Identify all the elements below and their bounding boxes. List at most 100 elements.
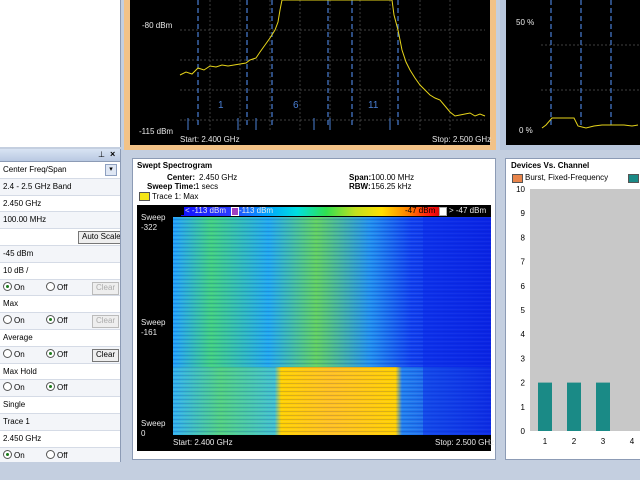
clear-button[interactable]: Clear: [92, 315, 120, 329]
radio-off-label: Off: [57, 383, 68, 393]
settings-value: Max: [3, 299, 19, 309]
settings-row[interactable]: On Off: [0, 447, 120, 462]
radio-on-label: On: [14, 383, 25, 393]
center-value: 2.450 GHz: [199, 173, 238, 182]
x-tick-label: 3: [601, 437, 606, 446]
radio-on-option[interactable]: On: [3, 313, 25, 328]
radio-off-option[interactable]: Off: [46, 347, 68, 362]
channel-label-6: 6: [293, 100, 299, 111]
settings-row: 2.4 - 2.5 GHz Band: [0, 178, 120, 196]
y-axis-top-label: -80 dBm: [142, 21, 173, 30]
duty-y-top-label: 50 %: [516, 18, 535, 27]
radio-off-label: Off: [57, 316, 68, 326]
y-tick-label: 1: [521, 403, 526, 412]
settings-value: 2.4 - 2.5 GHz Band: [3, 181, 72, 191]
radio-on-icon[interactable]: [3, 315, 12, 325]
y-tick-label: 6: [521, 282, 526, 291]
x-tick-label: 1: [543, 437, 548, 446]
settings-row[interactable]: Center Freq/Span ▾: [0, 162, 120, 179]
span-value: 100.00 MHz: [371, 173, 415, 182]
y-axis-bottom-label: -115 dBm: [139, 127, 174, 136]
settings-value: 100.00 MHz: [3, 215, 47, 225]
clear-button[interactable]: Clear: [92, 348, 120, 362]
radio-off-option[interactable]: Off: [46, 380, 68, 395]
settings-row: Trace 1: [0, 413, 120, 431]
radio-off-option[interactable]: Off: [46, 313, 68, 328]
scale-high-marker[interactable]: [439, 207, 447, 216]
scale-low-marker-label: -113 dBm: [239, 206, 274, 215]
duty-cycle-panel: 50 % 0 %: [500, 0, 640, 150]
radio-on-label: On: [14, 349, 25, 359]
radio-off-icon[interactable]: [46, 315, 55, 325]
y-tick-label: 7: [521, 258, 526, 267]
scale-low-label: < -113 dBm: [185, 206, 226, 215]
left-upper-blank-area: [0, 0, 121, 147]
sweep-mid-label: Sweep -161: [141, 318, 166, 337]
rbw-label: RBW:: [349, 182, 371, 191]
settings-row: 100.00 MHz: [0, 212, 120, 230]
radio-on-option[interactable]: On: [3, 448, 25, 462]
devices-title: Devices Vs. Channel: [511, 161, 590, 170]
sweep-top-label: Sweep -322: [141, 213, 166, 232]
settings-row: Average: [0, 330, 120, 347]
settings-row: 10 dB /: [0, 263, 120, 280]
y-tick-label: 0: [521, 427, 526, 436]
chevron-down-icon[interactable]: ▾: [105, 164, 117, 176]
radio-on-icon[interactable]: [3, 382, 12, 392]
radio-on-label: On: [14, 282, 25, 292]
y-tick-label: 2: [521, 379, 526, 388]
spectrogram-start-label: Start: 2.400 GHz: [173, 438, 233, 447]
scale-high-label: > -47 dBm: [449, 206, 487, 215]
close-icon[interactable]: ×: [110, 149, 115, 159]
settings-value: Single: [3, 400, 26, 410]
radio-on-label: On: [14, 450, 25, 460]
spectrum-panel: -80 dBm -115 dBm 1 6 11 Start: 2.400 GHz…: [124, 0, 496, 150]
settings-value: -45 dBm: [3, 248, 34, 258]
spectrum-stop-label: Stop: 2.500 GHz: [432, 135, 492, 144]
settings-row: Max Hold: [0, 364, 120, 381]
radio-on-option[interactable]: On: [3, 347, 25, 362]
y-tick-label: 3: [521, 354, 526, 363]
auto-scale-button[interactable]: Auto Scale: [78, 231, 120, 245]
settings-value: Max Hold: [3, 366, 37, 376]
clear-button[interactable]: Clear: [92, 281, 120, 295]
settings-row[interactable]: On Off Clear: [0, 346, 120, 364]
spectrogram-title: Swept Spectrogram: [137, 161, 213, 170]
radio-off-icon[interactable]: [46, 281, 55, 291]
settings-value: Average: [3, 332, 33, 342]
scale-low-marker[interactable]: [231, 207, 239, 216]
spectrogram-panel: Swept Spectrogram Center: 2.450 GHz Span…: [132, 158, 496, 460]
radio-on-option[interactable]: On: [3, 380, 25, 395]
sweep-time-label: Sweep Time:: [147, 182, 196, 191]
radio-off-icon[interactable]: [46, 382, 55, 392]
radio-off-icon[interactable]: [46, 449, 55, 459]
radio-on-option[interactable]: On: [3, 280, 25, 295]
y-tick-label: 4: [521, 330, 526, 339]
settings-row[interactable]: On Off Clear: [0, 313, 120, 330]
bar-channel-1: [538, 382, 552, 431]
radio-off-icon[interactable]: [46, 348, 55, 358]
x-tick-label: 2: [572, 437, 577, 446]
radio-on-icon[interactable]: [3, 281, 12, 291]
legend-label-burst: Burst, Fixed-Frequency: [525, 173, 609, 182]
spectrogram-plot: < -113 dBm -113 dBm -47 dBm > -47 dBm Sw…: [137, 205, 494, 451]
settings-row[interactable]: On Off: [0, 380, 120, 398]
channel-label-11: 11: [368, 100, 379, 111]
settings-row[interactable]: On Off Clear: [0, 279, 120, 297]
settings-value: Trace 1: [3, 416, 30, 426]
radio-off-option[interactable]: Off: [46, 448, 68, 462]
radio-on-icon[interactable]: [3, 449, 12, 459]
duty-cycle-plot: 50 % 0 %: [506, 0, 640, 145]
radio-off-option[interactable]: Off: [46, 280, 68, 295]
settings-row[interactable]: Auto Scale: [0, 229, 120, 246]
center-label: Center:: [167, 173, 196, 182]
legend-swatch-burst: [512, 174, 523, 183]
spectrum-plot: -80 dBm -115 dBm 1 6 11 Start: 2.400 GHz…: [130, 0, 492, 145]
trace-label: Trace 1: Max: [152, 192, 199, 201]
rbw-value: 156.25 kHz: [371, 182, 412, 191]
spectrum-start-label: Start: 2.400 GHz: [180, 135, 240, 144]
sweep-time-value: 1 secs: [195, 182, 219, 191]
pin-icon[interactable]: ⊥: [98, 150, 105, 159]
devices-vs-channel-panel: Devices Vs. Channel Burst, Fixed-Frequen…: [505, 158, 640, 460]
radio-on-icon[interactable]: [3, 348, 12, 358]
